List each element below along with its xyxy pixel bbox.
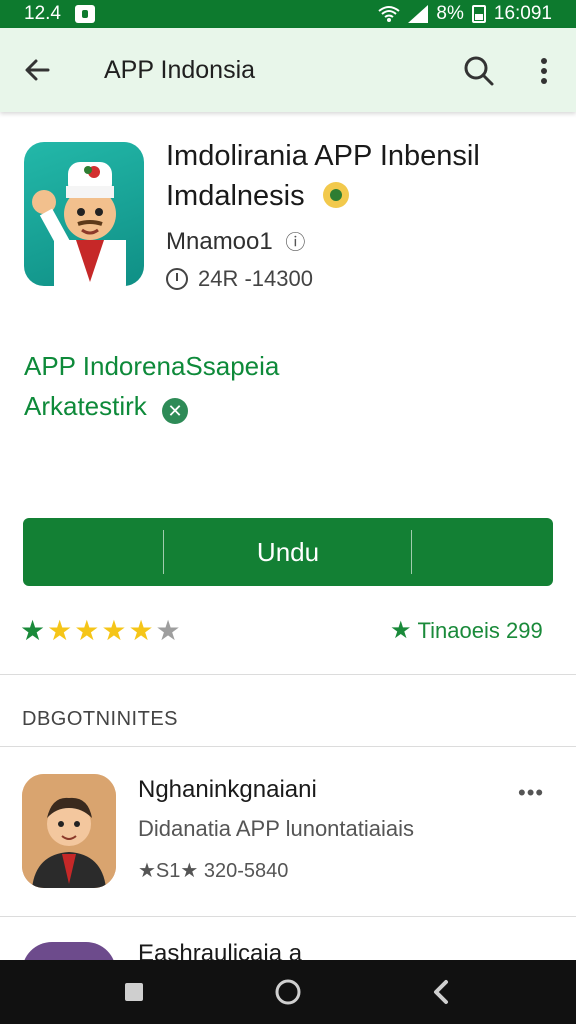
app-name-line1: Imdolirania APP Inbensil	[166, 140, 480, 172]
notification-icon	[74, 5, 95, 23]
app-size: 24R -14300	[198, 266, 313, 291]
app-tagline: APP IndorenaSsapeia Arkatestirk ✕	[24, 346, 279, 426]
verified-icon	[322, 182, 349, 208]
app-size-row: 24R -14300	[166, 266, 313, 292]
review-author: Nghaninkgnaiani	[138, 776, 317, 803]
more-vert-icon[interactable]	[530, 54, 558, 88]
status-right: 8% 16:091	[378, 3, 552, 25]
reviews-section-title: DBGOTNINITES	[22, 708, 179, 730]
recents-icon[interactable]	[118, 976, 150, 1008]
star-icon: ★	[20, 615, 46, 646]
star-rating[interactable]: ★ ★ ★ ★ ★ ★	[20, 614, 181, 647]
install-button[interactable]: Undu	[23, 518, 553, 586]
divider	[0, 916, 576, 917]
divider	[0, 746, 576, 747]
review-more-button[interactable]: •••	[518, 780, 544, 806]
avatar[interactable]	[22, 774, 116, 888]
button-divider-right	[411, 530, 412, 574]
star-icon: ★	[101, 615, 127, 646]
avatar-illustration	[22, 774, 116, 888]
developer-label: Mnamoo1	[166, 228, 273, 255]
status-bar: 12.4 8% 16:091	[0, 0, 576, 28]
wifi-icon	[378, 6, 401, 22]
tagline-line2: Arkatestirk	[24, 391, 147, 421]
review-meta: ★S1★ 320-5840	[138, 860, 289, 882]
app-name-line2: Imdalnesis	[166, 180, 305, 212]
app-bar-title: APP Indonsia	[104, 56, 256, 84]
star-icon: ★	[155, 615, 181, 646]
star-icon: ★	[74, 615, 100, 646]
chef-illustration	[32, 162, 126, 286]
signal-icon	[408, 5, 429, 23]
review-author-next: Eashraulicaia a	[138, 940, 303, 960]
battery-icon	[471, 5, 486, 23]
developer-name[interactable]: Mnamoo1 ⓘ	[166, 226, 305, 256]
app-name-line2-wrap: Imdalnesis	[166, 176, 556, 216]
rating-summary-text: Tinaoeis 299	[417, 617, 543, 643]
tagline-line1: APP IndorenaSsapeia	[24, 351, 280, 381]
app-bar: APP Indonsia	[0, 28, 576, 112]
rating-summary: ★ Tinaoeis 299	[390, 616, 543, 645]
info-icon: ⓘ	[285, 232, 306, 254]
divider	[0, 674, 576, 675]
star-icon: ★	[390, 617, 412, 644]
button-divider-left	[163, 530, 164, 574]
clock-icon	[166, 268, 188, 290]
review-text: Didanatia APP lunontatiaiais	[138, 816, 415, 841]
app-icon	[24, 142, 144, 286]
tagline-line2-wrap: Arkatestirk ✕	[24, 386, 279, 426]
status-time: 12.4	[24, 3, 61, 24]
close-badge-icon: ✕	[162, 398, 189, 424]
back-icon[interactable]	[22, 54, 54, 86]
system-nav-bar	[0, 960, 576, 1024]
status-clock: 16:091	[493, 3, 552, 24]
star-icon: ★	[47, 615, 73, 646]
search-icon[interactable]	[462, 54, 496, 88]
star-icon: ★	[128, 615, 154, 646]
install-label: Undu	[256, 536, 320, 567]
app-name: Imdolirania APP Inbensil Imdalnesis	[166, 136, 556, 216]
battery-percent: 8%	[436, 3, 464, 24]
home-icon[interactable]	[272, 976, 304, 1008]
nav-back-icon[interactable]	[426, 976, 458, 1008]
